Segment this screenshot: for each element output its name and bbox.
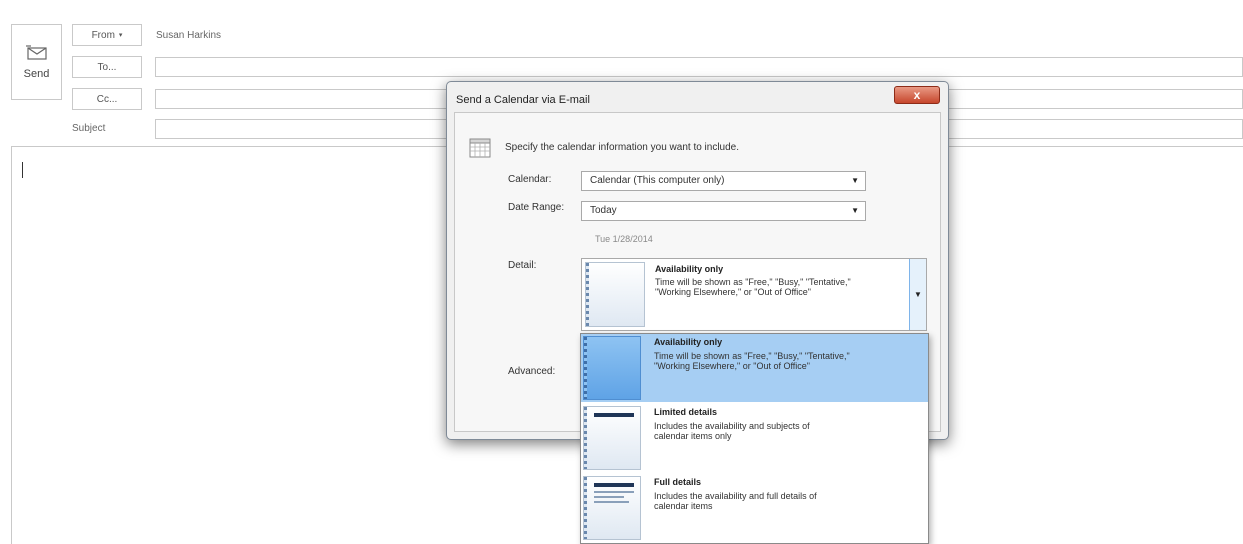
detail-selected-desc-2: "Working Elsewhere," or "Out of Office" xyxy=(655,287,812,297)
option-desc-2: "Working Elsewhere," or "Out of Office" xyxy=(654,361,811,371)
close-icon: x xyxy=(913,88,921,102)
limited-details-thumbnail xyxy=(583,406,641,470)
calendar-select-value: Calendar (This computer only) xyxy=(590,175,725,186)
option-title: Limited details xyxy=(654,407,718,417)
to-field[interactable] xyxy=(155,57,1243,77)
date-range-label: Date Range: xyxy=(508,202,565,213)
chevron-down-icon: ▼ xyxy=(914,290,922,299)
option-desc-1: Includes the availability and full detai… xyxy=(654,491,817,501)
full-details-thumbnail xyxy=(583,476,641,540)
text-caret xyxy=(22,162,23,178)
from-label: From xyxy=(91,29,115,41)
to-label: To... xyxy=(97,61,117,73)
detail-label: Detail: xyxy=(508,260,537,271)
option-desc-1: Includes the availability and subjects o… xyxy=(654,421,810,431)
dialog-title: Send a Calendar via E-mail xyxy=(456,94,590,106)
detail-option-full[interactable]: Full details Includes the availability a… xyxy=(581,474,928,542)
chevron-down-icon: ▼ xyxy=(851,206,859,215)
calendar-select[interactable]: Calendar (This computer only) ▼ xyxy=(581,171,866,191)
detail-selected-desc-1: Time will be shown as "Free," "Busy," "T… xyxy=(655,277,851,287)
detail-selected-title: Availability only xyxy=(655,264,724,274)
chevron-down-icon: ▾ xyxy=(118,32,123,39)
calendar-icon xyxy=(469,138,491,158)
option-title: Availability only xyxy=(654,337,723,347)
detail-options-list: Availability only Time will be shown as … xyxy=(580,333,929,544)
detail-option-limited[interactable]: Limited details Includes the availabilit… xyxy=(581,404,928,472)
availability-thumbnail xyxy=(583,336,641,400)
from-button[interactable]: From ▾ xyxy=(72,24,142,46)
subject-label: Subject xyxy=(72,123,106,134)
close-button[interactable]: x xyxy=(894,86,940,104)
send-button[interactable]: Send xyxy=(11,24,62,100)
option-desc-2: calendar items xyxy=(654,501,713,511)
detail-option-availability[interactable]: Availability only Time will be shown as … xyxy=(581,334,928,402)
advanced-label: Advanced: xyxy=(508,366,556,377)
availability-thumbnail xyxy=(585,262,645,327)
option-title: Full details xyxy=(654,477,702,487)
cc-button[interactable]: Cc... xyxy=(72,88,142,110)
date-range-select[interactable]: Today ▼ xyxy=(581,201,866,221)
option-desc-1: Time will be shown as "Free," "Busy," "T… xyxy=(654,351,850,361)
to-button[interactable]: To... xyxy=(72,56,142,78)
date-range-select-value: Today xyxy=(590,205,617,216)
send-label: Send xyxy=(23,68,50,80)
calendar-label: Calendar: xyxy=(508,174,552,185)
from-value: Susan Harkins xyxy=(156,30,222,41)
detail-dropdown-button[interactable]: ▼ xyxy=(909,259,926,330)
instruction-text: Specify the calendar information you wan… xyxy=(505,142,740,153)
detail-select[interactable]: Availability only Time will be shown as … xyxy=(581,258,927,331)
option-desc-2: calendar items only xyxy=(654,431,732,441)
send-icon xyxy=(25,45,47,60)
date-text: Tue 1/28/2014 xyxy=(595,234,653,244)
chevron-down-icon: ▼ xyxy=(851,176,859,185)
cc-label: Cc... xyxy=(96,93,118,105)
